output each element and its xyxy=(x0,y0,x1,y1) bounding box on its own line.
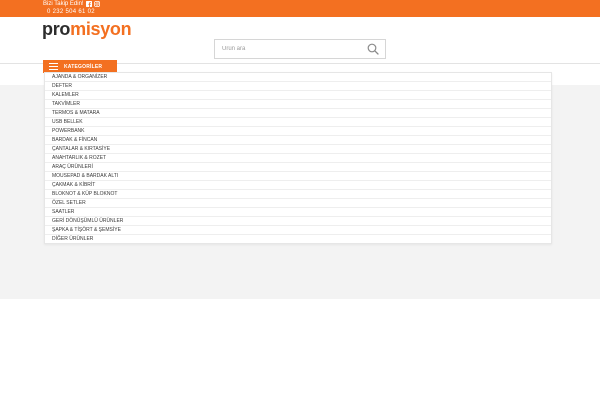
categories-menu: AJANDA & ORGANİZER DEFTER KALEMLER TAKVİ… xyxy=(44,72,552,244)
category-item[interactable]: USB BELLEK xyxy=(45,118,551,127)
hamburger-icon xyxy=(49,63,58,70)
search-box xyxy=(214,39,386,59)
instagram-icon[interactable] xyxy=(93,1,100,7)
category-item[interactable]: TAKVİMLER xyxy=(45,100,551,109)
category-item[interactable]: AJANDA & ORGANİZER xyxy=(45,73,551,82)
search-input[interactable] xyxy=(215,40,365,58)
category-item[interactable]: ANAHTARLIK & ROZET xyxy=(45,154,551,163)
category-item[interactable]: ÇAKMAK & KİBRİT xyxy=(45,181,551,190)
category-item[interactable]: TERMOS & MATARA xyxy=(45,109,551,118)
logo-part-misyon: misyon xyxy=(70,19,132,39)
phone-number[interactable]: 0 232 504 61 02 xyxy=(47,8,95,16)
search-icon[interactable] xyxy=(367,43,379,55)
category-item[interactable]: MOUSEPAD & BARDAK ALTI xyxy=(45,172,551,181)
categories-label: KATEGORİLER xyxy=(64,63,103,70)
category-item[interactable]: POWERBANK xyxy=(45,127,551,136)
category-item[interactable]: ŞAPKA & TİŞÖRT & ŞEMSİYE xyxy=(45,226,551,235)
logo-part-pro: pro xyxy=(42,19,71,39)
category-item[interactable]: KALEMLER xyxy=(45,91,551,100)
facebook-icon[interactable] xyxy=(85,1,92,7)
category-item[interactable]: GERİ DÖNÜŞÜMLÜ ÜRÜNLER xyxy=(45,217,551,226)
category-item[interactable]: ARAÇ ÜRÜNLERİ xyxy=(45,163,551,172)
top-bar: Bizi Takip Edin! 0 232 504 61 02 xyxy=(0,0,600,17)
category-item[interactable]: DİĞER ÜRÜNLER xyxy=(45,235,551,244)
logo[interactable]: promisyon xyxy=(42,18,132,40)
category-item[interactable]: ÇANTALAR & KIRTASİYE xyxy=(45,145,551,154)
category-item[interactable]: ÖZEL SETLER xyxy=(45,199,551,208)
follow-us: Bizi Takip Edin! xyxy=(43,0,100,8)
follow-label: Bizi Takip Edin! xyxy=(43,1,84,7)
category-item[interactable]: BARDAK & FİNCAN xyxy=(45,136,551,145)
category-item[interactable]: SAATLER xyxy=(45,208,551,217)
category-item[interactable]: DEFTER xyxy=(45,82,551,91)
category-item[interactable]: BLOKNOT & KÜP BLOKNOT xyxy=(45,190,551,199)
